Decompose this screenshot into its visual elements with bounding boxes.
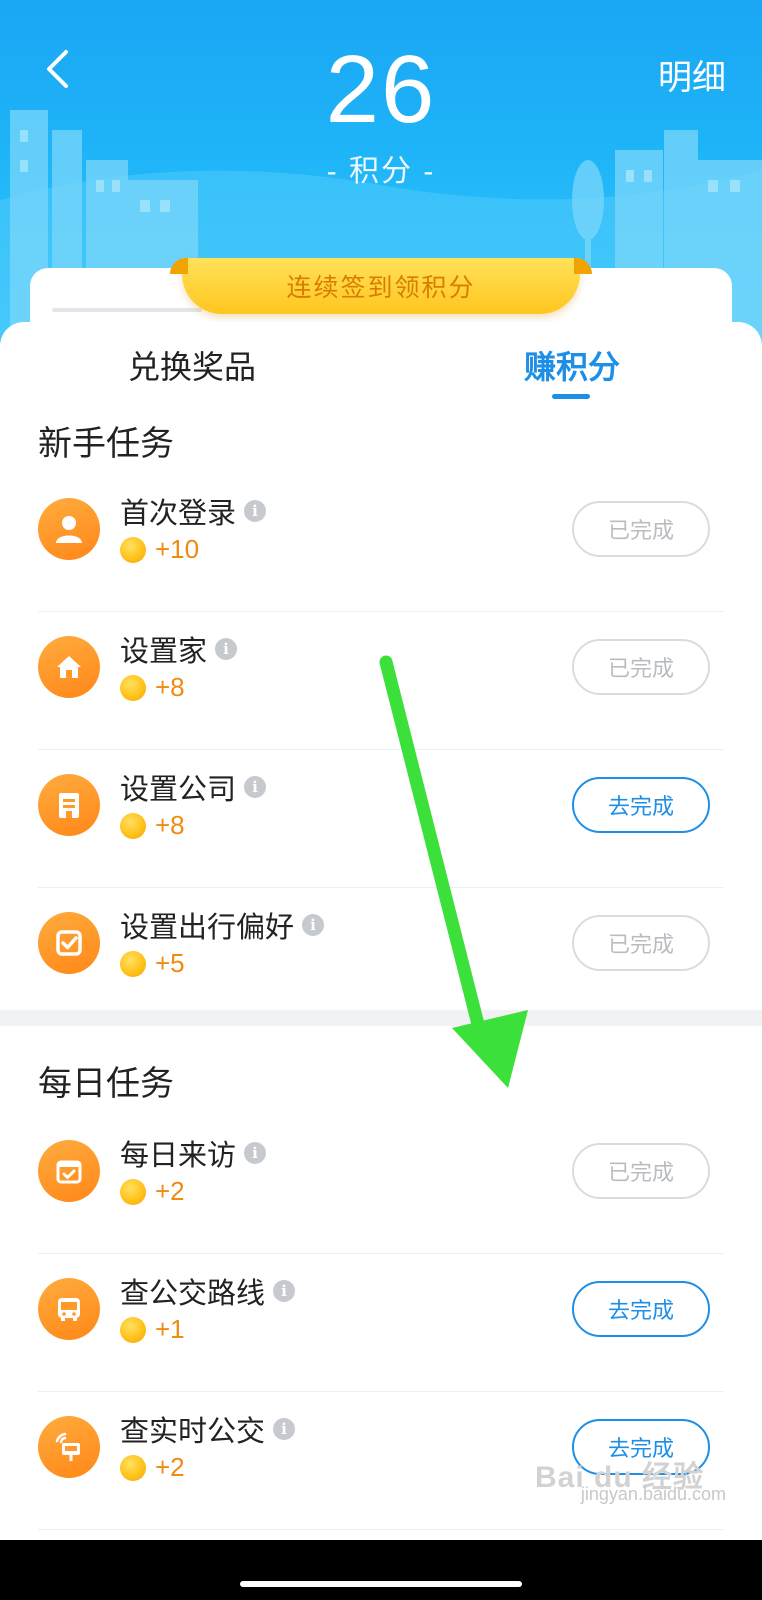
- realtime-bus-stop-icon: [38, 1416, 100, 1478]
- tab-earn-points[interactable]: 赚积分: [524, 342, 620, 388]
- tab-exchange-prizes[interactable]: 兑换奖品: [128, 342, 256, 388]
- info-icon[interactable]: i: [215, 638, 238, 660]
- task-row: 查公交路线 i +1 去完成: [38, 1254, 724, 1392]
- tasks-sheet: 兑换奖品 赚积分 新手任务 首次登录 i +10 已完成 设置家 i +8 已完成 …: [0, 322, 762, 1572]
- reward-points: +10: [155, 534, 200, 564]
- task-reward: +5: [120, 948, 185, 979]
- coin-icon: [120, 536, 146, 563]
- task-name-text: 设置出行偏好: [120, 912, 295, 944]
- task-reward: +10: [120, 534, 199, 565]
- checkin-banner[interactable]: 连续签到领积分: [170, 258, 592, 314]
- watermark-text: jingyan.baidu.com: [580, 1484, 726, 1504]
- task-reward: +2: [120, 1176, 185, 1207]
- user-icon: [38, 498, 100, 560]
- home-indicator[interactable]: [240, 1581, 522, 1587]
- tab-bar: 兑换奖品 赚积分: [0, 322, 762, 412]
- task-row: 首次登录 i +10 已完成: [38, 474, 724, 612]
- coin-icon: [120, 812, 146, 839]
- task-name-text: 查公交路线: [120, 1278, 266, 1310]
- home-bar-area: [0, 1540, 762, 1600]
- points-label: - 积分 -: [326, 155, 436, 188]
- task-row: 设置公司 i +8 去完成: [38, 750, 724, 888]
- task-reward: +2: [120, 1452, 185, 1483]
- reward-points: +2: [155, 1452, 185, 1482]
- task-name-text: 每日来访: [120, 1140, 237, 1172]
- task-reward: +8: [120, 810, 185, 841]
- section-separator: [0, 1010, 762, 1026]
- task-status-button[interactable]: 已完成: [572, 1143, 710, 1199]
- task-reward: +1: [120, 1314, 185, 1345]
- task-row: 设置出行偏好 i +5 已完成: [38, 888, 724, 1026]
- coin-icon: [120, 1178, 146, 1205]
- task-status-button[interactable]: 已完成: [572, 501, 710, 557]
- reward-points: +5: [155, 948, 185, 978]
- task-name-text: 设置家: [120, 636, 208, 668]
- info-icon[interactable]: i: [273, 1418, 296, 1440]
- task-name: 查实时公交 i: [120, 1408, 296, 1450]
- office-building-icon: [38, 774, 100, 836]
- active-tab-indicator: [552, 394, 590, 399]
- task-name: 每日来访 i: [120, 1132, 267, 1174]
- reward-points: +1: [155, 1314, 185, 1344]
- task-status-button[interactable]: 去完成: [572, 777, 710, 833]
- task-row: 每日来访 i +2 已完成: [38, 1116, 724, 1254]
- task-row: 设置家 i +8 已完成: [38, 612, 724, 750]
- task-name: 设置出行偏好 i: [120, 904, 325, 946]
- coin-icon: [120, 950, 146, 977]
- task-status-button[interactable]: 已完成: [572, 639, 710, 695]
- reward-points: +2: [155, 1176, 185, 1206]
- section-title-daily: 每日任务: [38, 1065, 174, 1103]
- task-name-text: 首次登录: [120, 498, 237, 530]
- divider: [38, 1529, 724, 1530]
- points-detail-link[interactable]: 明细: [658, 50, 726, 99]
- home-icon: [38, 636, 100, 698]
- task-name: 设置家 i: [120, 628, 238, 670]
- task-name: 查公交路线 i: [120, 1270, 296, 1312]
- reward-points: +8: [155, 810, 185, 840]
- points-total: 26: [325, 36, 437, 143]
- info-icon[interactable]: i: [273, 1280, 296, 1302]
- checkin-hint-text: [52, 308, 202, 312]
- info-icon[interactable]: i: [302, 914, 325, 936]
- task-name: 首次登录 i: [120, 490, 267, 532]
- coin-icon: [120, 1454, 146, 1481]
- task-name: 设置公司 i: [120, 766, 267, 808]
- task-status-button[interactable]: 去完成: [572, 1281, 710, 1337]
- section-title-newbie: 新手任务: [38, 425, 174, 463]
- task-reward: +8: [120, 672, 185, 703]
- info-icon[interactable]: i: [244, 776, 267, 798]
- coin-icon: [120, 1316, 146, 1343]
- coin-icon: [120, 674, 146, 701]
- task-status-button[interactable]: 已完成: [572, 915, 710, 971]
- task-name-text: 设置公司: [120, 774, 237, 806]
- reward-points: +8: [155, 672, 185, 702]
- bus-icon: [38, 1278, 100, 1340]
- checkin-banner-label: 连续签到领积分: [286, 274, 476, 302]
- calendar-check-icon: [38, 1140, 100, 1202]
- checkbox-icon: [38, 912, 100, 974]
- info-icon[interactable]: i: [244, 500, 267, 522]
- info-icon[interactable]: i: [244, 1142, 267, 1164]
- task-name-text: 查实时公交: [120, 1416, 266, 1448]
